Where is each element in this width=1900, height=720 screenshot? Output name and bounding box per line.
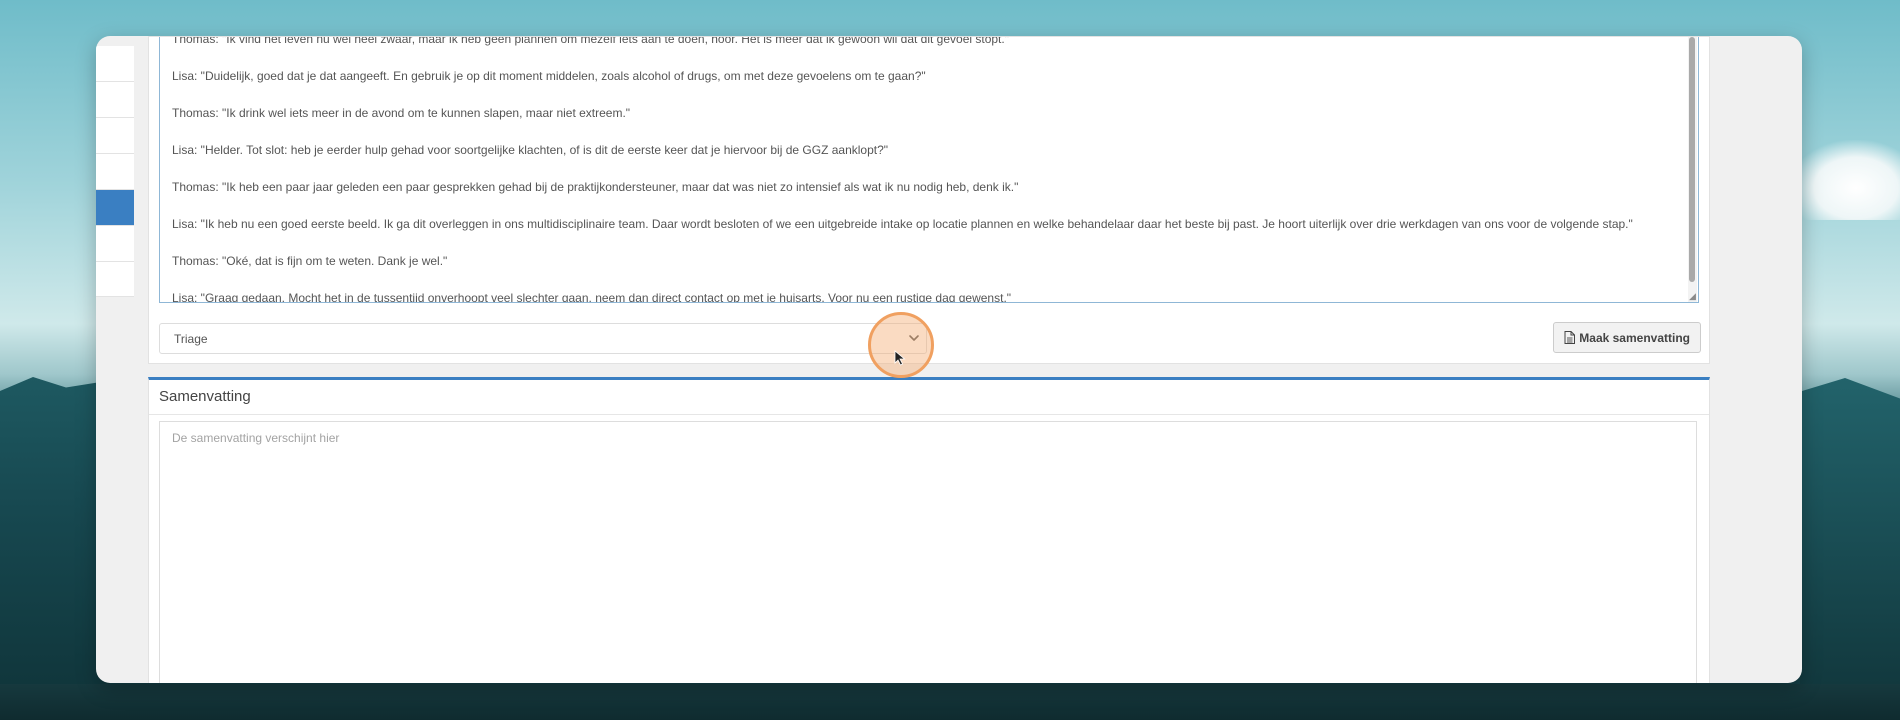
make-summary-button-label: Maak samenvatting xyxy=(1579,330,1690,345)
sidebar-item-1[interactable] xyxy=(96,46,134,82)
sidebar-item-2[interactable] xyxy=(96,82,134,118)
document-icon xyxy=(1564,331,1576,344)
transcript-lines: Thomas: "Ik vind het leven nu wel heel z… xyxy=(172,37,1678,303)
summary-placeholder: De samenvatting verschijnt hier xyxy=(172,431,340,445)
sidebar-item-6[interactable] xyxy=(96,226,134,262)
transcript-line: Thomas: "Ik heb een paar jaar geleden ee… xyxy=(172,180,1019,194)
summary-textarea[interactable]: De samenvatting verschijnt hier xyxy=(159,421,1697,683)
sidebar-item-active[interactable] xyxy=(96,190,134,226)
transcript-textarea[interactable]: Thomas: "Ik vind het leven nu wel heel z… xyxy=(159,37,1699,303)
transcript-line: Lisa: "Helder. Tot slot: heb je eerder h… xyxy=(172,143,889,157)
scrollbar-thumb[interactable] xyxy=(1689,37,1695,282)
transcript-line: Lisa: "Duidelijk, goed dat je dat aangee… xyxy=(172,69,926,83)
transcript-line: Lisa: "Ik heb nu een goed eerste beeld. … xyxy=(172,217,1633,231)
app-window: Thomas: "Ik vind het leven nu wel heel z… xyxy=(96,36,1802,683)
template-select[interactable]: Triage xyxy=(159,323,927,354)
transcript-panel: Thomas: "Ik vind het leven nu wel heel z… xyxy=(148,36,1710,364)
sidebar-item-4[interactable] xyxy=(96,154,134,190)
cursor-highlight xyxy=(868,312,934,378)
transcript-line: Thomas: "Ik drink wel iets meer in de av… xyxy=(172,106,631,120)
transcript-line: Thomas: "Oké, dat is fijn om te weten. D… xyxy=(172,254,448,268)
transcript-scrollbar[interactable] xyxy=(1688,37,1697,302)
cursor-arrow-icon xyxy=(894,350,906,366)
sidebar-item-3[interactable] xyxy=(96,118,134,154)
resize-grip-icon[interactable]: ◢ xyxy=(1688,292,1697,301)
template-select-value: Triage xyxy=(174,332,208,346)
mountain-right xyxy=(1800,378,1900,720)
transcript-line: Lisa: "Graag gedaan. Mocht het in de tus… xyxy=(172,291,1012,303)
ground xyxy=(0,684,1900,720)
make-summary-button[interactable]: Maak samenvatting xyxy=(1553,322,1701,353)
transcript-line: Thomas: "Ik vind het leven nu wel heel z… xyxy=(172,37,1009,46)
sidebar xyxy=(96,36,134,683)
summary-panel: Samenvatting De samenvatting verschijnt … xyxy=(148,377,1710,683)
mountain-left xyxy=(0,377,110,720)
sidebar-item-7[interactable] xyxy=(96,262,134,297)
summary-divider xyxy=(149,414,1709,415)
summary-heading: Samenvatting xyxy=(159,388,251,405)
cloud xyxy=(1790,140,1900,220)
